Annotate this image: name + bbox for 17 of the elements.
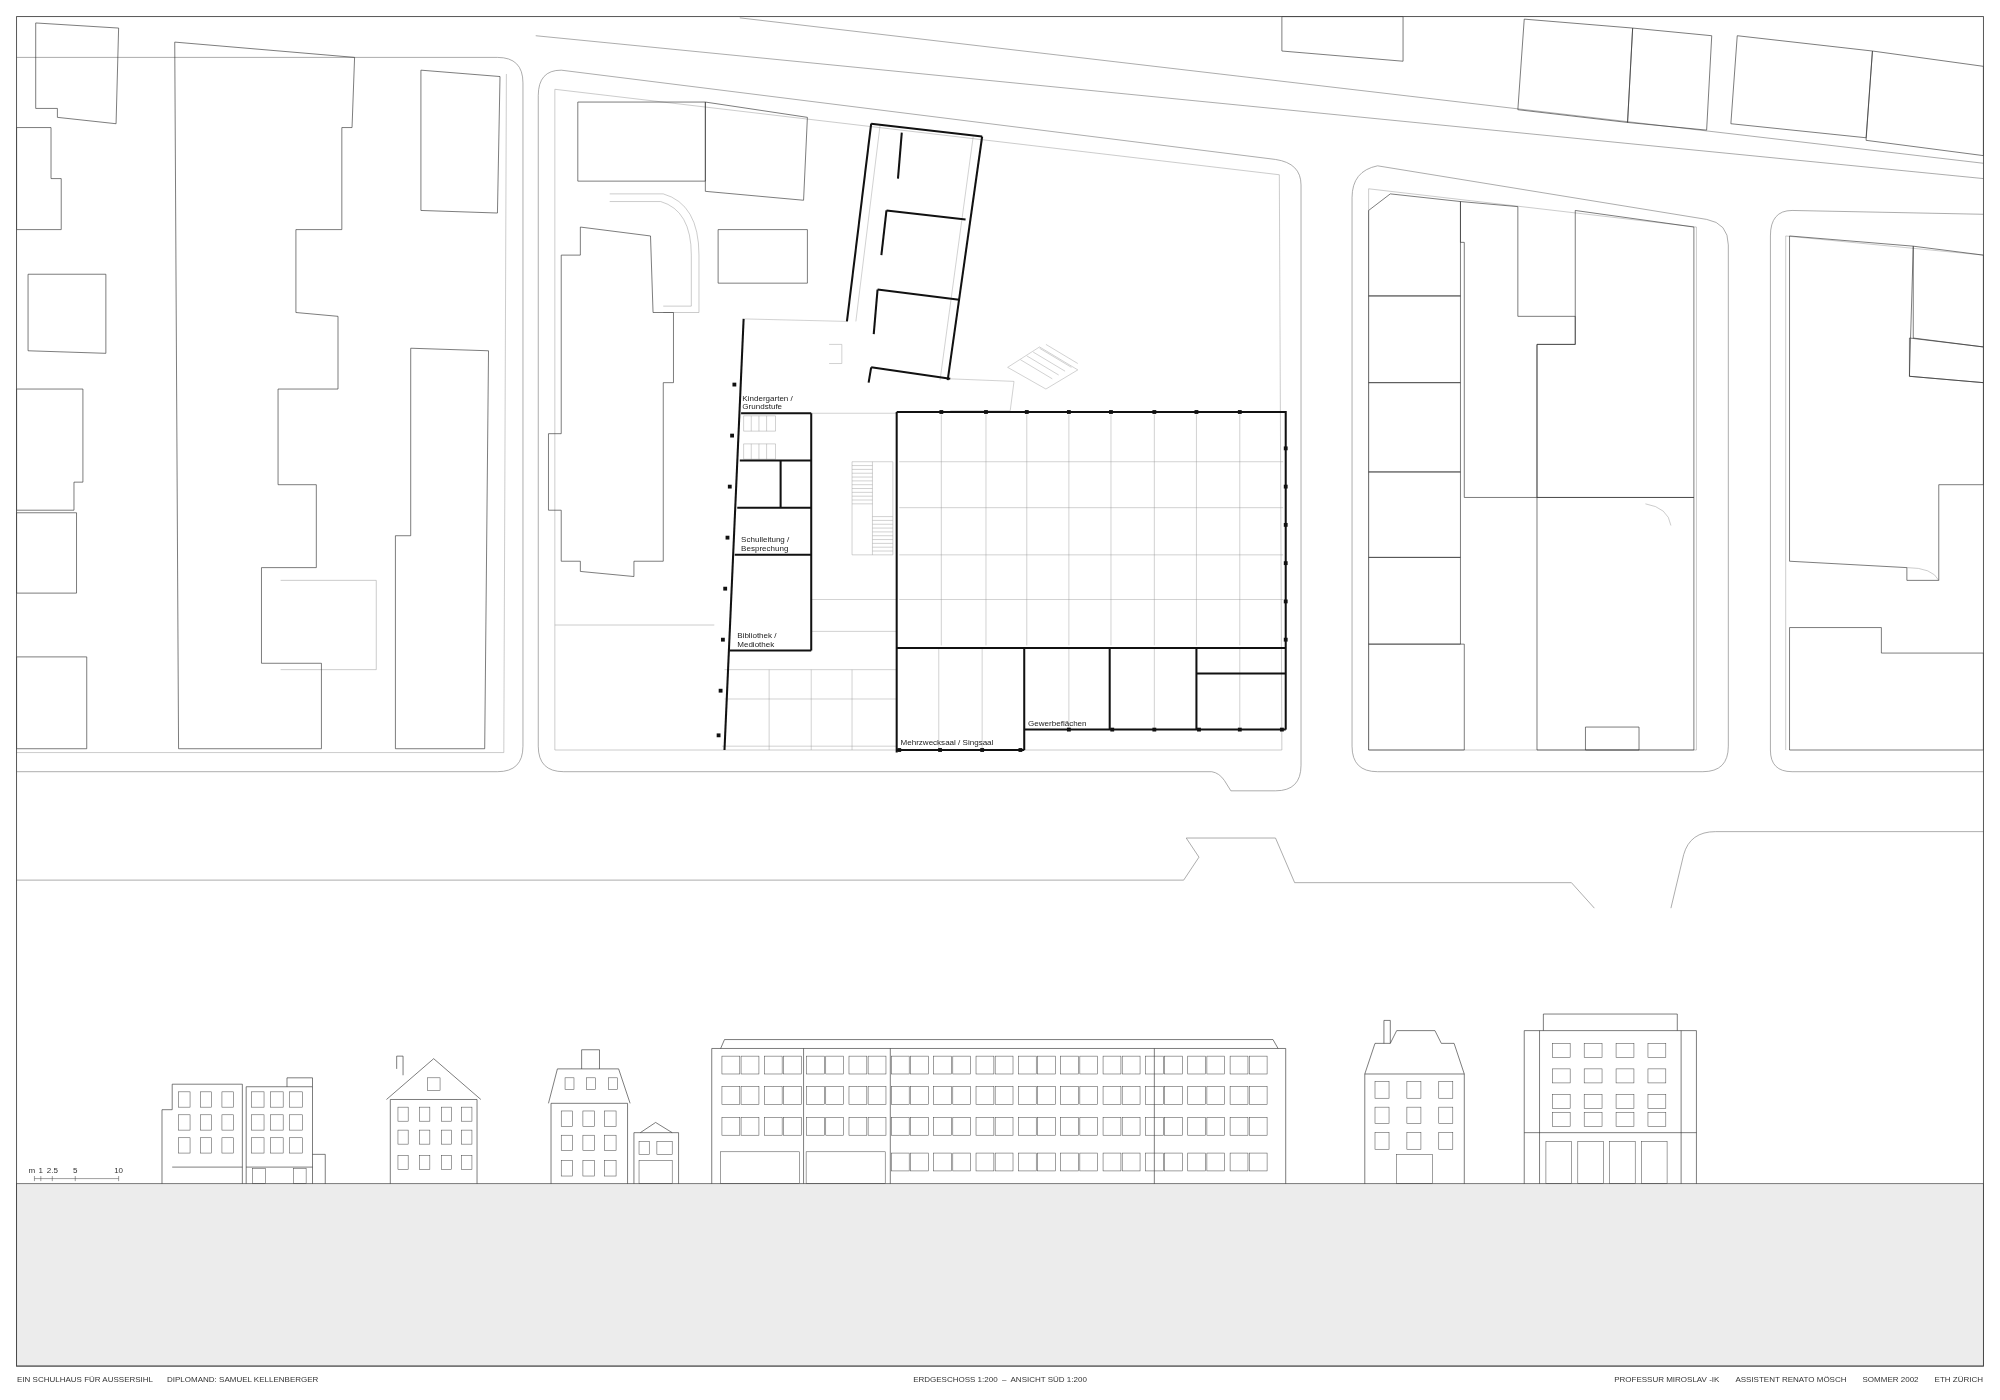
credit-text: ASSISTENT RENATO MÖSCH (1735, 1375, 1847, 1385)
scale-label: m (28, 1165, 36, 1175)
room-label: Bibliothek / Mediothek (737, 631, 778, 650)
project-title: EIN SCHULHAUS FÜR AUSSERSIHL (17, 1375, 154, 1385)
credit-text: SOMMER 2002 (1862, 1375, 1919, 1385)
room-label: Schulleitung / Besprechung (741, 535, 791, 554)
scale-label: 10 (114, 1165, 124, 1175)
room-label: Mehrzwecksaal / Singsaal (900, 738, 994, 748)
credit-text: ETH ZÜRICH (1934, 1375, 1983, 1385)
scale-label: 5 (73, 1165, 78, 1175)
room-label: Gewerbeflächen (1028, 719, 1087, 729)
scale-label: 2.5 (46, 1165, 58, 1175)
scale-label: 1 (38, 1165, 44, 1175)
student-name: DIPLOMAND: SAMUEL KELLENBERGER (167, 1375, 319, 1385)
credit-text: PROFESSUR MIROSLAV -IK (1614, 1375, 1720, 1385)
room-label: Kindergarten / Grundstufe (742, 394, 794, 412)
drawing-title: ERDGESCHOSS 1:200 – ANSICHT SÜD 1:200 (913, 1375, 1087, 1385)
